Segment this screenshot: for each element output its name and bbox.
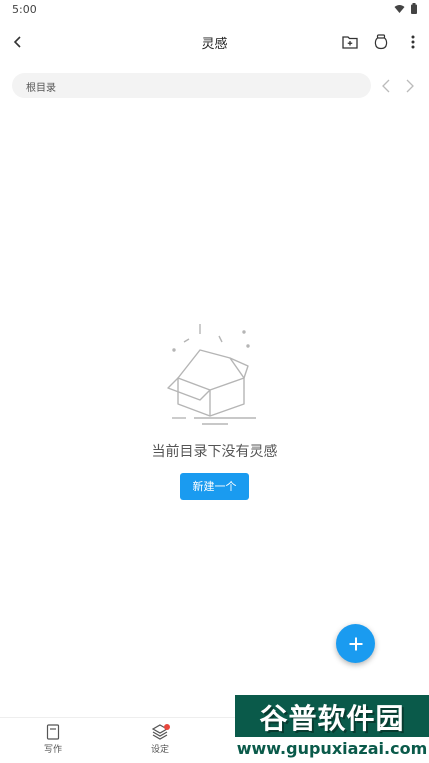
status-time: 5:00 [12, 3, 37, 16]
empty-box-icon [167, 324, 256, 425]
breadcrumb-root[interactable]: 根目录 [26, 79, 56, 94]
nav-item-write[interactable]: 写作 [23, 724, 83, 760]
back-button[interactable] [6, 30, 30, 54]
notebook-icon [46, 724, 60, 740]
battery-icon [411, 3, 417, 14]
inspiration-jar-button[interactable] [369, 30, 393, 54]
site-watermark: 谷普软件园 www.gupuxiazai.com [235, 695, 429, 763]
chevron-right-icon [406, 79, 414, 93]
add-fab-button[interactable] [336, 624, 375, 663]
breadcrumb[interactable]: 根目录 [12, 73, 371, 98]
empty-message: 当前目录下没有灵感 [151, 444, 278, 460]
nav-item-settings[interactable]: 设定 [130, 724, 190, 760]
notification-badge [164, 724, 170, 730]
status-bar: 5:00 [0, 0, 429, 20]
more-vertical-icon [411, 35, 415, 49]
prev-directory-button[interactable] [376, 74, 396, 98]
next-directory-button[interactable] [400, 74, 420, 98]
watermark-title: 谷普软件园 [259, 702, 405, 735]
nav-item-settings-label: 设定 [150, 745, 169, 755]
plus-icon [349, 637, 362, 650]
wifi-icon [394, 4, 405, 13]
page-title: 灵感 [201, 37, 228, 52]
create-new-button[interactable]: 新建一个 [180, 473, 249, 500]
status-icons [394, 3, 417, 14]
chevron-left-icon [382, 79, 390, 93]
app-bar: 灵感 [0, 24, 429, 60]
watermark-url: www.gupuxiazai.com [235, 737, 429, 763]
jar-icon [374, 34, 388, 50]
more-menu-button[interactable] [401, 30, 425, 54]
new-folder-button[interactable] [338, 30, 362, 54]
back-arrow-icon [13, 36, 21, 48]
add-folder-icon [342, 36, 358, 49]
nav-item-write-label: 写作 [43, 745, 62, 755]
